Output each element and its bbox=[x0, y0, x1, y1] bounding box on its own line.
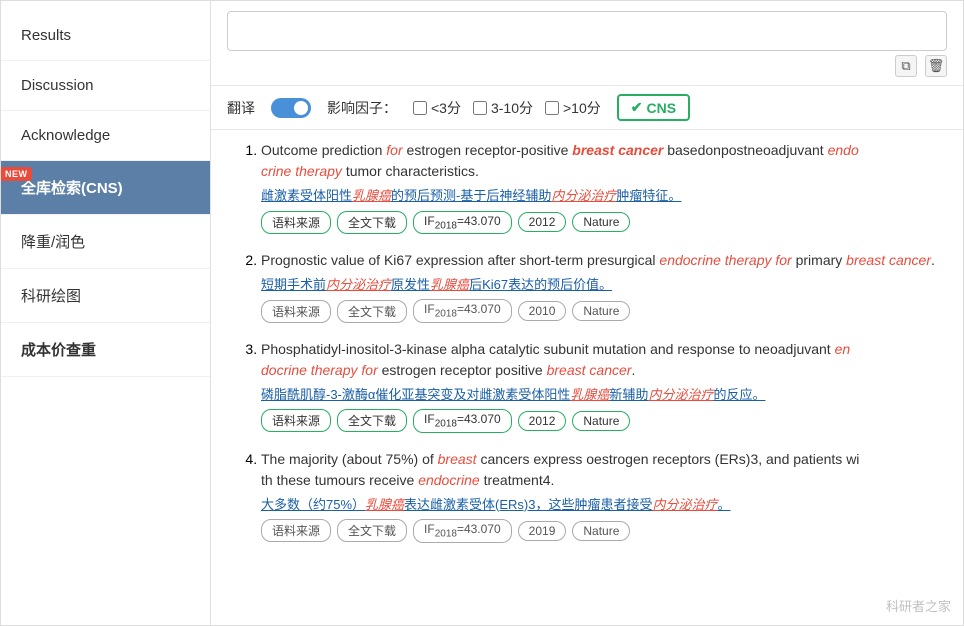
search-input[interactable] bbox=[227, 11, 947, 51]
cn1-red1: 乳腺癌 bbox=[352, 188, 391, 203]
result-item-3: Phosphatidyl-inositol-3-kinase alpha cat… bbox=[261, 339, 947, 433]
sidebar-item-chengben[interactable]: 成本价查重 bbox=[1, 323, 210, 377]
delete-icon[interactable]: 🗑 bbox=[925, 55, 947, 77]
tag-fulltext-1[interactable]: 全文下载 bbox=[337, 211, 407, 234]
sidebar-item-discussion[interactable]: Discussion bbox=[1, 61, 210, 111]
result-cn-2: 短期手术前内分泌治疗原发性乳腺癌后Ki67表达的预后价值。 bbox=[261, 275, 947, 295]
tag-if-2[interactable]: IF2018=43.070 bbox=[413, 299, 512, 322]
filter-bar: 翻译 影响因子： <3分 3-10分 >10分 bbox=[211, 86, 963, 130]
result-item-2: Prognostic value of Ki67 expression afte… bbox=[261, 250, 947, 323]
tag-year-3[interactable]: 2012 bbox=[518, 411, 567, 431]
sidebar-item-jiangchong-label: 降重/润色 bbox=[21, 234, 85, 251]
tags-row-1: 语料来源 全文下载 IF2018=43.070 2012 Nature bbox=[261, 211, 947, 234]
new-badge-tag: NEW bbox=[1, 167, 32, 181]
translate-label: 翻译 bbox=[227, 98, 255, 118]
tag-source-3[interactable]: 语料来源 bbox=[261, 409, 331, 432]
tag-journal-2[interactable]: Nature bbox=[572, 301, 630, 321]
if-label: 影响因子： bbox=[327, 98, 397, 118]
cns-label: CNS bbox=[646, 100, 676, 116]
result-title-4: The majority (about 75%) of breast cance… bbox=[261, 449, 947, 491]
content-area: ⧉ 🗑 翻译 影响因子： <3分 3-10分 bbox=[211, 1, 963, 625]
sidebar-item-acknowledge[interactable]: Acknowledge bbox=[1, 111, 210, 161]
cns-button[interactable]: ✔ CNS bbox=[617, 94, 690, 121]
sidebar-item-results-label: Results bbox=[21, 27, 71, 44]
tag-journal-3[interactable]: Nature bbox=[572, 411, 630, 431]
title3-breast: breast cancer bbox=[547, 362, 632, 378]
result-cn-4: 大多数（约75%）乳腺癌表达雌激素受体(ERs)3，这些肿瘤患者接受内分泌治疗。 bbox=[261, 495, 947, 515]
tag-fulltext-3[interactable]: 全文下载 bbox=[337, 409, 407, 432]
if-option2-checkbox[interactable] bbox=[473, 101, 487, 115]
result-cn-3: 磷脂酰肌醇-3-激酶α催化亚基突变及对雌激素受体阳性乳腺癌新辅助内分泌治疗的反应… bbox=[261, 385, 947, 405]
sidebar-item-quanku[interactable]: NEW 全库检索(CNS) bbox=[1, 161, 210, 215]
title1-for: for bbox=[386, 142, 402, 158]
tag-fulltext-4[interactable]: 全文下载 bbox=[337, 519, 407, 542]
if-option1-checkbox[interactable] bbox=[413, 101, 427, 115]
sidebar-item-quanku-label: 全库检索(CNS) bbox=[21, 180, 123, 197]
if-option1-label: <3分 bbox=[431, 98, 461, 118]
title4-breast: breast bbox=[438, 451, 477, 467]
if-option3-label: >10分 bbox=[563, 98, 601, 118]
sidebar-item-kehui-label: 科研绘图 bbox=[21, 288, 81, 305]
search-area: ⧉ 🗑 bbox=[211, 1, 963, 86]
results-area: Outcome prediction for estrogen receptor… bbox=[211, 130, 963, 625]
tags-row-3: 语料来源 全文下载 IF2018=43.070 2012 Nature bbox=[261, 409, 947, 432]
cn3-red1: 乳腺癌 bbox=[570, 387, 609, 402]
tags-row-4: 语料来源 全文下载 IF2018=43.070 2019 Nature bbox=[261, 519, 947, 542]
cn3-red2: 内分泌治疗 bbox=[648, 387, 713, 402]
tag-year-4[interactable]: 2019 bbox=[518, 521, 567, 541]
sidebar-item-jiangchong[interactable]: 降重/润色 bbox=[1, 215, 210, 269]
result-cn-1: 雌激素受体阳性乳腺癌的预后预测-基于后神经辅助内分泌治疗肿瘤特征。 bbox=[261, 186, 947, 206]
tag-year-1[interactable]: 2012 bbox=[518, 212, 567, 232]
result-title-3: Phosphatidyl-inositol-3-kinase alpha cat… bbox=[261, 339, 947, 381]
tag-source-4[interactable]: 语料来源 bbox=[261, 519, 331, 542]
title4-endo: endocrine bbox=[418, 472, 480, 488]
tag-year-2[interactable]: 2010 bbox=[518, 301, 567, 321]
main-content: ⧉ 🗑 翻译 影响因子： <3分 3-10分 bbox=[211, 1, 963, 625]
tags-row-2: 语料来源 全文下载 IF2018=43.070 2010 Nature bbox=[261, 299, 947, 322]
tag-journal-1[interactable]: Nature bbox=[572, 212, 630, 232]
cns-checkmark: ✔ bbox=[631, 99, 643, 116]
tag-source-2[interactable]: 语料来源 bbox=[261, 300, 331, 323]
title1-endo: endocrine therapy bbox=[261, 142, 859, 179]
result-title-1: Outcome prediction for estrogen receptor… bbox=[261, 140, 947, 182]
tag-journal-4[interactable]: Nature bbox=[572, 521, 630, 541]
sidebar-item-results[interactable]: Results bbox=[1, 11, 210, 61]
sidebar: Results Discussion Acknowledge NEW 全库检索(… bbox=[1, 1, 211, 625]
title2-endo: endocrine therapy for bbox=[659, 252, 791, 268]
title1-breast-cancer: breast cancer bbox=[572, 142, 663, 158]
sidebar-item-chengben-label: 成本价查重 bbox=[21, 342, 96, 359]
if-option2-label: 3-10分 bbox=[491, 98, 533, 118]
cn2-red1: 内分泌治疗 bbox=[326, 277, 391, 292]
if-option3-checkbox[interactable] bbox=[545, 101, 559, 115]
tag-source-1[interactable]: 语料来源 bbox=[261, 211, 331, 234]
if-checkbox-group: <3分 3-10分 >10分 bbox=[413, 98, 601, 118]
cn2-red2: 乳腺癌 bbox=[430, 277, 469, 292]
if-option3[interactable]: >10分 bbox=[545, 98, 601, 118]
if-option1[interactable]: <3分 bbox=[413, 98, 461, 118]
result-item-4: The majority (about 75%) of breast cance… bbox=[261, 449, 947, 543]
title2-breast: breast cancer bbox=[846, 252, 931, 268]
tag-if-1[interactable]: IF2018=43.070 bbox=[413, 211, 512, 234]
sidebar-item-acknowledge-label: Acknowledge bbox=[21, 127, 110, 144]
tag-if-4[interactable]: IF2018=43.070 bbox=[413, 519, 512, 542]
sidebar-item-discussion-label: Discussion bbox=[21, 77, 94, 94]
cn4-red1: 乳腺癌 bbox=[365, 497, 404, 512]
tag-fulltext-2[interactable]: 全文下载 bbox=[337, 300, 407, 323]
translate-toggle[interactable] bbox=[271, 98, 311, 118]
result-title-2: Prognostic value of Ki67 expression afte… bbox=[261, 250, 947, 271]
result-item-1: Outcome prediction for estrogen receptor… bbox=[261, 140, 947, 234]
cn1-red2: 内分泌治疗 bbox=[551, 188, 616, 203]
copy-icon[interactable]: ⧉ bbox=[895, 55, 917, 77]
sidebar-item-kehui[interactable]: 科研绘图 bbox=[1, 269, 210, 323]
if-option2[interactable]: 3-10分 bbox=[473, 98, 533, 118]
cn4-red2: 内分泌治疗 bbox=[653, 497, 718, 512]
tag-if-3[interactable]: IF2018=43.070 bbox=[413, 409, 512, 432]
